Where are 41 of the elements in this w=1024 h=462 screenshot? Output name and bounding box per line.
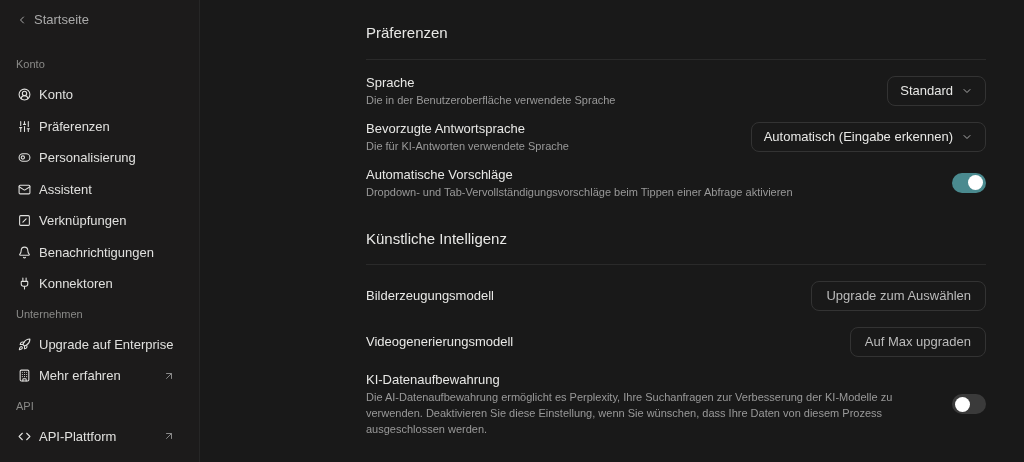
user-circle-icon [18,88,31,102]
slash-square-icon [18,214,31,228]
sliders-icon [18,119,31,133]
nav-item[interactable]: API-Plattform [16,420,183,452]
section-title: Künstliche Intelligenz [366,227,986,265]
nav-item[interactable]: Mehr erfahren [16,360,183,392]
section-title: Präferenzen [366,22,986,60]
section-label: Unternehmen [16,306,83,322]
nav-item[interactable]: Präferenzen [16,110,183,142]
toggle-switch[interactable] [952,172,986,193]
setting-description: Die für KI-Antworten verwendete Sprache [366,138,569,154]
setting-description: Die AI-Datenaufbewahrung ermöglicht es Perplexity, Ihre Suchanfragen zur Verbesserung der KI-Modelle zu verwenden. Deaktivieren Sie diese Einstellung, wenn Sie wünschen, dass Ihre Daten von diesem Prozess ausgeschlossen werden. [366,390,894,437]
dropdown[interactable]: Standard [887,75,986,106]
toggle-icon [18,151,31,165]
section-label: Konto [16,57,45,72]
nav-item[interactable]: Konnektoren [16,268,183,300]
setting-description: Die in der Benutzeroberfläche verwendete Sprache [366,92,616,108]
bell-icon [18,245,31,259]
nav-item[interactable]: Konto [16,79,183,111]
toggle-switch[interactable] [952,394,986,414]
dropdown[interactable]: Automatisch (Eingabe erkennen) [750,121,986,152]
setting-description: Dropdown- und Tab-Vervollständigungsvorschläge beim Tippen einer Abfrage aktivieren [366,184,793,200]
building-icon [18,369,31,383]
section-label: API [16,398,34,414]
setting-label: Sprache [366,73,416,92]
setting-label: Automatische Vorschläge [366,165,514,184]
plug-icon [18,277,31,291]
nav-item[interactable]: Assistent [16,173,183,205]
setting-label: Bilderzeugungsmodell [366,287,494,305]
nav-item[interactable]: Personalisierung [16,142,183,174]
rocket-icon [18,337,31,351]
setting-label: Videogenerierungsmodell [366,333,514,351]
mail-icon [18,182,31,196]
nav-item[interactable]: Benachrichtigungen [16,236,183,268]
upgrade-button[interactable]: Auf Max upgraden [849,327,986,357]
setting-label: KI-Datenaufbewahrung [366,371,501,389]
nav-item[interactable]: Upgrade auf Enterprise [16,328,183,360]
setting-label: Bevorzugte Antwortsprache [366,119,526,138]
back-link[interactable]: Startseite [16,10,183,30]
nav-item[interactable]: Verknüpfungen [16,205,183,237]
upgrade-button[interactable]: Upgrade zum Auswählen [811,281,986,311]
